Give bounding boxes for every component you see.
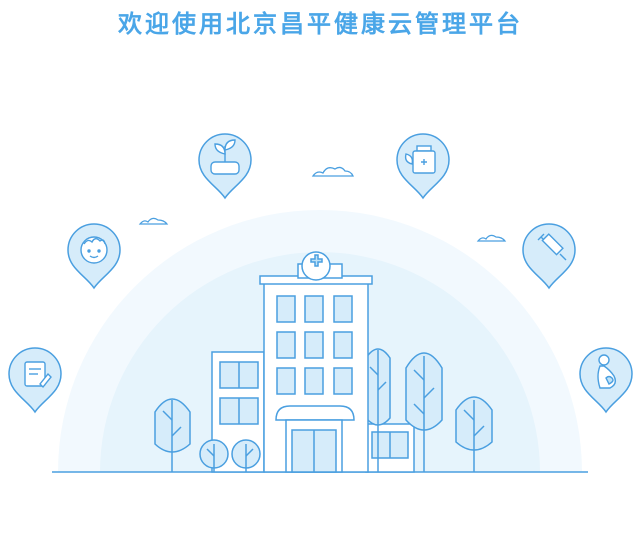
- main-hospital-building: [259, 251, 373, 473]
- cloud-icon: [476, 234, 507, 242]
- sprout-pin: [198, 133, 252, 200]
- maternity-pin: [579, 347, 633, 414]
- baby-pin: [67, 223, 121, 290]
- cloud-icon: [311, 166, 354, 177]
- record-pin: [8, 347, 62, 414]
- medicine-pin: [396, 133, 450, 200]
- hospital-illustration: [8, 133, 633, 473]
- right-wing-building: [365, 423, 415, 473]
- vaccine-pin: [522, 223, 576, 290]
- cloud-icon: [138, 217, 169, 225]
- baby-face-icon: [80, 236, 108, 264]
